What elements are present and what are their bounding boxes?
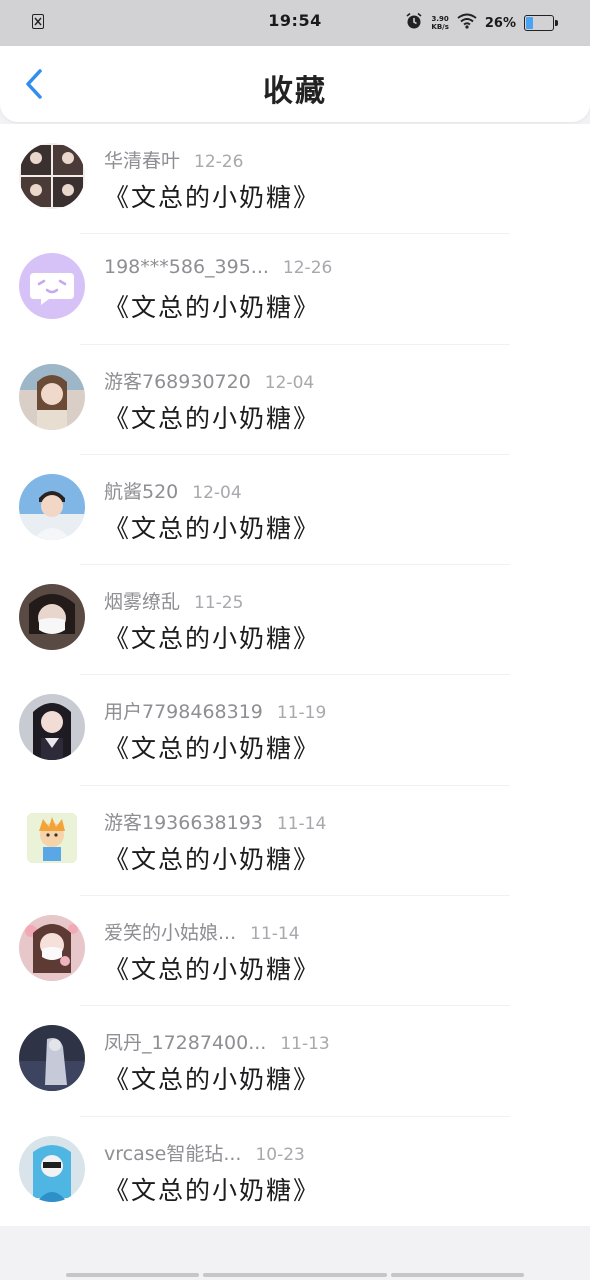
alarm-icon bbox=[405, 12, 423, 34]
user-avatar[interactable] bbox=[19, 473, 85, 540]
favorite-date: 12-26 bbox=[282, 258, 333, 279]
username: 198***586_395... bbox=[104, 256, 269, 279]
favorite-item[interactable]: 凤丹_17287400... 11-13 《文总的小奶糖》 bbox=[0, 1006, 590, 1117]
favorite-date: 11-25 bbox=[194, 593, 244, 614]
home-indicator-right bbox=[391, 1273, 524, 1277]
item-meta: vrcase智能玷... 10-23 bbox=[104, 1139, 305, 1166]
favorite-item[interactable]: 爱笑的小姑娘... 11-14 《文总的小奶糖》 bbox=[0, 896, 590, 1007]
home-indicator-center bbox=[203, 1273, 387, 1277]
favorite-item[interactable]: 游客1936638193 11-14 《文总的小奶糖》 bbox=[0, 786, 590, 897]
item-meta: 游客1936638193 11-14 bbox=[104, 808, 326, 835]
user-avatar[interactable] bbox=[19, 804, 85, 871]
user-avatar[interactable] bbox=[19, 1135, 85, 1202]
favorite-date: 12-04 bbox=[264, 372, 315, 393]
user-avatar[interactable] bbox=[19, 694, 85, 761]
network-speed-unit: KB/s bbox=[431, 23, 449, 31]
user-avatar[interactable] bbox=[19, 363, 85, 430]
user-avatar[interactable] bbox=[19, 253, 85, 320]
username: 凤丹_17287400... bbox=[104, 1032, 267, 1055]
favorites-list[interactable]: 华清春叶 12-26 《文总的小奶糖》 198***586_395... 12-26 《文… bbox=[0, 124, 590, 1226]
work-title: 《文总的小奶糖》 bbox=[104, 734, 321, 764]
page-title: 收藏 bbox=[263, 74, 327, 109]
favorite-date: 11-13 bbox=[280, 1034, 330, 1055]
username: 游客1936638193 bbox=[104, 811, 263, 834]
username: 航酱520 bbox=[104, 480, 179, 503]
work-title: 《文总的小奶糖》 bbox=[104, 293, 321, 323]
battery-level bbox=[526, 17, 533, 29]
work-title: 《文总的小奶糖》 bbox=[104, 183, 321, 212]
favorite-item[interactable]: 198***586_395... 12-26 《文总的小奶糖》 bbox=[0, 234, 590, 345]
username: vrcase智能玷... bbox=[104, 1142, 242, 1165]
item-meta: 爱笑的小姑娘... 11-14 bbox=[104, 918, 300, 945]
user-avatar[interactable] bbox=[19, 1025, 85, 1092]
favorite-date: 11-19 bbox=[276, 703, 327, 724]
nav-bar: 收藏 bbox=[0, 46, 590, 122]
username: 华清春叶 bbox=[104, 150, 181, 172]
favorite-date: 10-23 bbox=[255, 1144, 305, 1165]
username: 爱笑的小姑娘... bbox=[104, 922, 237, 945]
item-meta: 航酱520 12-04 bbox=[104, 477, 242, 504]
item-meta: 游客768930720 12-04 bbox=[104, 367, 314, 394]
username: 烟雾缭乱 bbox=[104, 591, 181, 614]
work-title: 《文总的小奶糖》 bbox=[104, 513, 321, 543]
work-title: 《文总的小奶糖》 bbox=[104, 624, 321, 654]
user-avatar[interactable] bbox=[19, 584, 85, 651]
network-speed-value: 3.90 bbox=[431, 15, 449, 23]
favorite-date: 11-14 bbox=[276, 813, 327, 834]
status-right-group: 3.90 KB/s 26% bbox=[405, 12, 558, 34]
work-title: 《文总的小奶糖》 bbox=[104, 1175, 321, 1205]
battery-percent: 26% bbox=[484, 15, 516, 31]
work-title: 《文总的小奶糖》 bbox=[104, 844, 321, 874]
item-meta: 用户7798468319 11-19 bbox=[104, 697, 326, 724]
favorite-item[interactable]: 航酱520 12-04 《文总的小奶糖》 bbox=[0, 455, 590, 566]
user-avatar[interactable] bbox=[19, 915, 85, 982]
favorite-item[interactable]: 用户7798468319 11-19 《文总的小奶糖》 bbox=[0, 675, 590, 786]
network-speed: 3.90 KB/s bbox=[431, 15, 448, 31]
wifi-icon bbox=[457, 13, 477, 33]
username: 游客768930720 bbox=[104, 370, 251, 393]
user-avatar[interactable] bbox=[19, 143, 85, 209]
favorite-date: 12-26 bbox=[194, 152, 244, 172]
battery-icon bbox=[524, 15, 558, 31]
favorite-date: 11-14 bbox=[250, 924, 300, 945]
username: 用户7798468319 bbox=[104, 701, 263, 724]
work-title: 《文总的小奶糖》 bbox=[104, 1065, 321, 1095]
work-title: 《文总的小奶糖》 bbox=[104, 403, 321, 433]
favorite-date: 12-04 bbox=[192, 482, 242, 503]
favorite-item[interactable]: vrcase智能玷... 10-23 《文总的小奶糖》 bbox=[0, 1117, 590, 1227]
favorite-item[interactable]: 烟雾缭乱 11-25 《文总的小奶糖》 bbox=[0, 565, 590, 676]
status-bar: 19:54 3.90 KB/s 26% bbox=[0, 0, 590, 46]
item-meta: 烟雾缭乱 11-25 bbox=[104, 587, 243, 614]
home-indicator-left bbox=[66, 1273, 199, 1277]
work-title: 《文总的小奶糖》 bbox=[104, 955, 321, 985]
favorite-item[interactable]: 游客768930720 12-04 《文总的小奶糖》 bbox=[0, 345, 590, 455]
item-meta: 凤丹_17287400... 11-13 bbox=[104, 1028, 330, 1055]
favorite-item[interactable]: 华清春叶 12-26 《文总的小奶糖》 bbox=[0, 124, 590, 235]
item-meta: 198***586_395... 12-26 bbox=[104, 256, 332, 278]
item-meta: 华清春叶 12-26 bbox=[104, 146, 243, 173]
